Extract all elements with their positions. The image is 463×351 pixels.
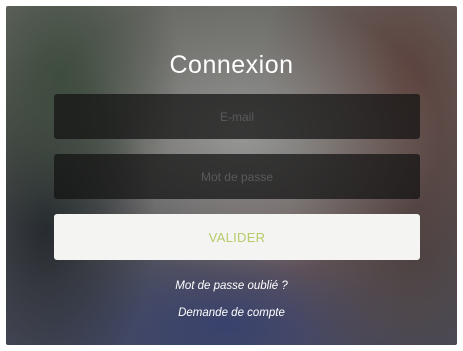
account-request-link[interactable]: Demande de compte [6,306,457,320]
login-screen: Connexion VALIDER Mot de passe oublié ? … [6,6,457,345]
email-field[interactable] [54,94,420,139]
forgot-password-link[interactable]: Mot de passe oublié ? [6,279,457,293]
password-field[interactable] [54,154,420,199]
submit-button[interactable]: VALIDER [54,214,420,260]
login-title: Connexion [169,51,294,79]
